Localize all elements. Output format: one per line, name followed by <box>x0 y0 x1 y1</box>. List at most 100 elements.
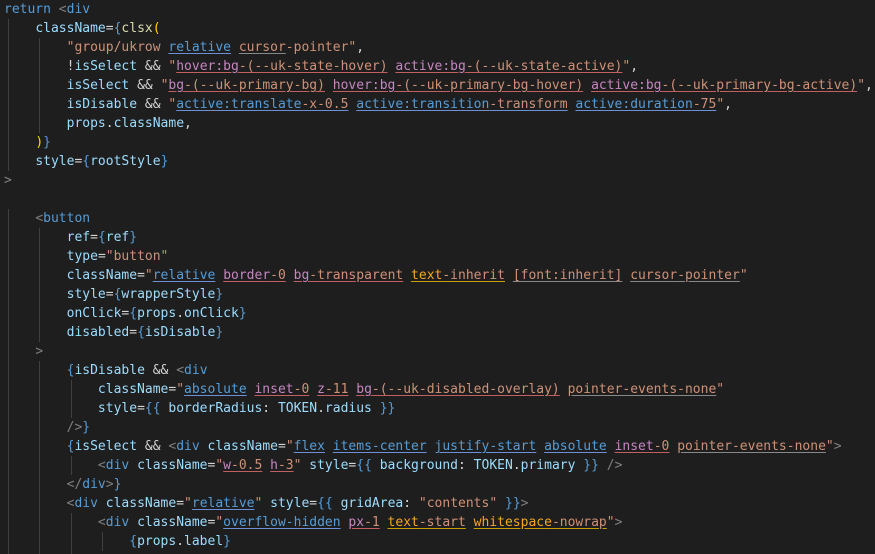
indent-guide <box>8 57 9 76</box>
code-line[interactable]: style={wrapperStyle} <box>0 285 875 304</box>
code-token: div <box>176 439 200 454</box>
code-token: " <box>739 268 748 283</box>
code-line[interactable]: className="relative border-0 bg-transpar… <box>0 266 875 285</box>
code-line[interactable]: style={rootStyle} <box>0 152 875 171</box>
code-token: relative <box>191 496 255 511</box>
indent-guide <box>71 532 72 551</box>
code-line[interactable]: <div className="w-0.5 h-3" style={{ back… <box>0 456 875 475</box>
code-line[interactable]: "group/ukrow relative cursor-pointer", <box>0 38 875 57</box>
code-line[interactable]: </div>} <box>0 475 875 494</box>
code-line[interactable]: ref={ref} <box>0 228 875 247</box>
code-token: cursor <box>238 40 286 55</box>
code-line[interactable]: style={{ borderRadius: TOKEN.radius }} <box>0 399 875 418</box>
code-token: isDisable <box>74 363 145 378</box>
code-token: = <box>277 439 286 454</box>
code-token: z <box>317 382 325 397</box>
code-token: div <box>66 2 91 17</box>
code-line[interactable]: isSelect && " bg-(--uk-primary-bg) hover:… <box>0 76 875 95</box>
code-line[interactable]: onClick={props.onClick} <box>0 304 875 323</box>
indent-guide <box>8 76 9 95</box>
code-token: }} <box>575 458 599 473</box>
code-token: : <box>458 458 474 473</box>
indent-guide <box>39 285 40 304</box>
indent-guide <box>8 323 9 342</box>
code-token: gridArea <box>340 496 404 511</box>
code-line[interactable]: <div className="relative" style={{ gridA… <box>0 494 875 513</box>
code-line[interactable]: > <box>0 342 875 361</box>
code-token: relative <box>168 40 231 55</box>
code-line[interactable]: isDisable && " active:translate-x-0.5 act… <box>0 95 875 114</box>
code-line[interactable]: {isDisable && <div <box>0 361 875 380</box>
code-line[interactable]: props.className, <box>0 114 875 133</box>
indent-guide <box>71 513 72 532</box>
code-token: bg <box>293 268 310 283</box>
code-token: = <box>105 21 114 36</box>
indent-guide <box>8 95 9 114</box>
code-token: rootStyle <box>90 154 161 169</box>
code-token: = <box>309 496 318 511</box>
code-line[interactable]: type="button" <box>0 247 875 266</box>
code-line[interactable]: !isSelect && "hover:bg-(--uk-state-hover… <box>0 57 875 76</box>
indent-guide <box>102 532 103 551</box>
code-token: className <box>137 515 208 530</box>
code-line[interactable] <box>0 190 875 209</box>
code-line[interactable]: {isSelect && <div className="flex items-… <box>0 437 875 456</box>
code-token: -inherit <box>442 268 505 283</box>
indent-guide <box>39 228 40 247</box>
code-token: " <box>184 496 192 511</box>
code-token: { <box>129 306 138 321</box>
code-token: = <box>137 268 145 283</box>
indent-guide <box>8 361 9 380</box>
code-token: { <box>82 154 91 169</box>
code-token: active:transition <box>356 97 490 112</box>
indent-guide <box>39 95 40 114</box>
code-token: , <box>630 59 639 74</box>
code-token: "group/ukrow <box>66 40 169 55</box>
code-token: div <box>105 458 130 473</box>
code-token: " <box>716 382 725 397</box>
code-token: -pointer <box>677 268 740 283</box>
code-token: -0 <box>270 268 286 283</box>
code-token: && <box>144 363 177 378</box>
code-line[interactable]: <div className="overflow-hidden px-1 tex… <box>0 513 875 532</box>
indent-guide <box>39 304 40 323</box>
code-token: , <box>865 78 873 93</box>
code-token: style <box>35 154 75 169</box>
code-token: className <box>113 116 185 131</box>
code-token: bg <box>168 78 185 93</box>
code-editor[interactable]: return <div className={clsx( "group/ukro… <box>0 0 875 554</box>
code-token: , <box>184 116 192 131</box>
code-token: text <box>411 268 443 283</box>
code-token: relative <box>152 268 216 283</box>
code-line[interactable]: />} <box>0 418 875 437</box>
code-token: TOKEN <box>277 401 318 416</box>
code-line[interactable]: > <box>0 171 875 190</box>
indent-guide <box>39 57 40 76</box>
code-token: wrapperStyle <box>121 287 216 302</box>
code-line[interactable]: disabled={isDisable} <box>0 323 875 342</box>
code-line[interactable]: return <div <box>0 0 875 19</box>
code-token: = <box>137 401 145 416</box>
code-line[interactable]: )} <box>0 133 875 152</box>
code-line[interactable]: {props.label} <box>0 532 875 551</box>
code-token: -0.5 <box>231 458 263 473</box>
code-token: -(--uk-primary-bg-hover) <box>395 78 584 93</box>
indent-guide <box>39 494 40 513</box>
code-line[interactable]: <button <box>0 209 875 228</box>
code-token: }} <box>497 496 521 511</box>
code-line[interactable]: className={clsx( <box>0 19 875 38</box>
code-token: isSelect <box>74 439 138 454</box>
code-line[interactable]: className="absolute inset-0 z-11 bg-(--u… <box>0 380 875 399</box>
